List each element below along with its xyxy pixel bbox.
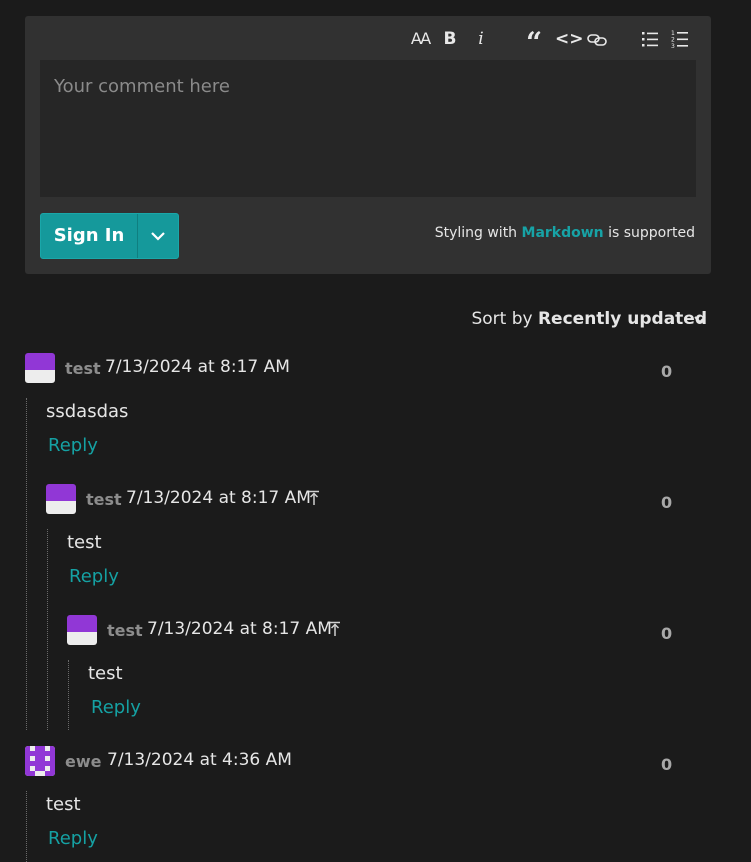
signin-dropdown-button[interactable] — [138, 214, 178, 258]
link-icon — [587, 34, 607, 46]
numbered-list-icon: 1 2 3 — [671, 30, 688, 50]
chevron-down-icon — [151, 232, 165, 241]
thread-line — [47, 529, 48, 730]
chevron-down-icon[interactable] — [692, 312, 708, 328]
reply-link[interactable]: Reply — [48, 435, 98, 456]
code-button[interactable]: <> — [555, 28, 584, 50]
reply-link[interactable]: Reply — [69, 566, 119, 587]
comment-votes: 0 — [661, 493, 673, 512]
bold-button[interactable]: B — [440, 28, 460, 50]
avatar[interactable] — [67, 615, 97, 645]
link-button[interactable] — [586, 28, 608, 50]
svg-text:3: 3 — [671, 43, 675, 49]
reply-link[interactable]: Reply — [48, 828, 98, 849]
editor-toolbar: AA B i “ <> 1 2 3 — [25, 16, 711, 60]
comment-text: test — [46, 794, 81, 815]
comment-timestamp[interactable]: 7/13/2024 at 8:17 AM — [147, 619, 332, 639]
quote-button[interactable]: “ — [523, 28, 545, 58]
avatar[interactable] — [25, 746, 55, 776]
comment-votes: 0 — [661, 362, 673, 381]
comment-editor: AA B i “ <> 1 2 3 Your comment here Sign… — [25, 16, 711, 274]
signin-button-group: Sign In — [40, 213, 179, 259]
bulleted-list-button[interactable] — [640, 28, 660, 50]
parent-arrow-icon[interactable] — [329, 621, 341, 637]
comment-timestamp[interactable]: 7/13/2024 at 8:17 AM — [105, 357, 290, 377]
parent-arrow-icon[interactable] — [308, 490, 320, 506]
numbered-list-button[interactable]: 1 2 3 — [670, 28, 690, 50]
markdown-note-prefix: Styling with — [434, 225, 518, 241]
thread-line — [26, 791, 27, 862]
comment-votes: 0 — [661, 624, 673, 643]
avatar[interactable] — [25, 353, 55, 383]
reply-link[interactable]: Reply — [91, 697, 141, 718]
thread-line — [68, 660, 69, 730]
comment-votes: 0 — [661, 755, 673, 774]
thread-line — [26, 398, 27, 730]
markdown-note: Styling with Markdown is supported — [435, 225, 695, 241]
signin-button[interactable]: Sign In — [41, 214, 137, 258]
bulleted-list-icon — [642, 32, 658, 47]
comment-timestamp[interactable]: 7/13/2024 at 8:17 AM — [126, 488, 311, 508]
comment-text: ssdasdas — [46, 401, 129, 422]
comment-timestamp[interactable]: 7/13/2024 at 4:36 AM — [107, 750, 292, 770]
comment-text: test — [88, 663, 123, 684]
comment-author[interactable]: test — [65, 359, 101, 378]
sort-control[interactable]: Sort by Recently updated — [471, 309, 707, 329]
sort-label: Sort by — [471, 309, 533, 329]
avatar[interactable] — [46, 484, 76, 514]
markdown-note-suffix: is supported — [608, 225, 695, 241]
comment-author[interactable]: test — [107, 621, 143, 640]
comment-text: test — [67, 532, 102, 553]
markdown-link[interactable]: Markdown — [522, 225, 604, 241]
comment-author[interactable]: ewe — [65, 752, 101, 771]
comment-author[interactable]: test — [86, 490, 122, 509]
sort-value[interactable]: Recently updated — [538, 309, 707, 329]
italic-button[interactable]: i — [471, 28, 491, 50]
heading-button[interactable]: AA — [408, 28, 432, 50]
comment-input[interactable] — [40, 60, 696, 197]
